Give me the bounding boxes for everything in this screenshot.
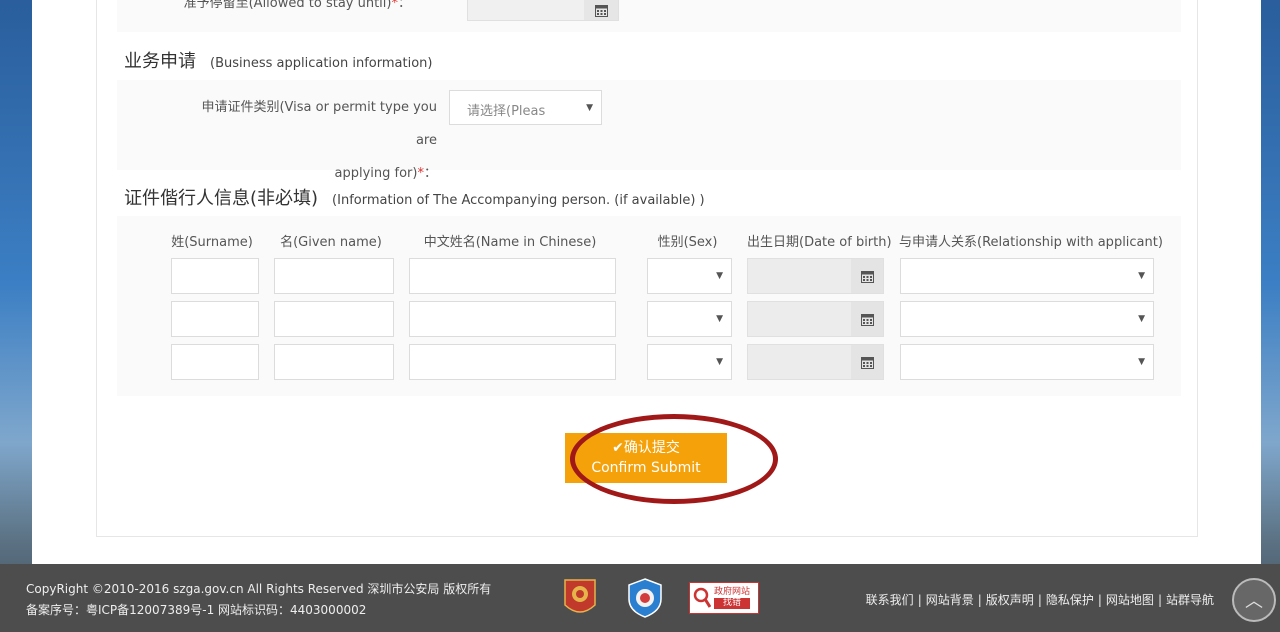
chinese-name-input[interactable] xyxy=(409,301,616,337)
caret-down-icon: ▼ xyxy=(1138,314,1145,324)
stay-until-date-input[interactable] xyxy=(467,0,619,21)
footer-icp: 备案序号：粤ICP备12007389号-1 网站标识码：4403000002 xyxy=(26,603,367,617)
accompanying-panel: 姓(Surname) 名(Given name) 中文姓名(Name in Ch… xyxy=(117,216,1181,396)
stay-until-label: 准予停留至(Allowed to stay until)*： xyxy=(183,0,411,11)
stay-until-row: 准予停留至(Allowed to stay until)*： xyxy=(117,0,1181,32)
background-left xyxy=(0,0,32,632)
caret-down-icon: ▼ xyxy=(586,102,593,113)
caret-down-icon: ▼ xyxy=(716,271,723,281)
date-of-birth-input[interactable] xyxy=(747,344,884,380)
date-of-birth-input[interactable] xyxy=(747,301,884,337)
column-header-date-of-birth: 出生日期(Date of birth) xyxy=(747,235,892,250)
footer-links: 联系我们 | 网站背景 | 版权声明 | 隐私保护 | 网站地图 | 站群导航 xyxy=(865,593,1214,607)
business-panel: 申请证件类别(Visa or permit type you are apply… xyxy=(117,80,1181,181)
caret-down-icon: ▼ xyxy=(716,314,723,324)
police-emblem-badge[interactable] xyxy=(561,577,599,619)
footer: CopyRight ©2010-2016 szga.gov.cn All Rig… xyxy=(0,564,1280,632)
date-of-birth-input[interactable] xyxy=(747,258,884,294)
relationship-select[interactable]: ▼ xyxy=(900,344,1154,380)
business-section-title: 业务申请 (Business application information) xyxy=(124,51,433,72)
sex-select[interactable]: ▼ xyxy=(647,344,732,380)
gov-website-error-report-badge[interactable]: 政府网站 找错 xyxy=(689,577,759,619)
visa-type-select[interactable]: 请选择(Pleas ▼ xyxy=(449,90,602,125)
sex-select[interactable]: ▼ xyxy=(647,301,732,337)
footer-copyright: CopyRight ©2010-2016 szga.gov.cn All Rig… xyxy=(26,582,492,596)
caret-down-icon: ▼ xyxy=(1138,357,1145,367)
column-header-relationship: 与申请人关系(Relationship with applicant) xyxy=(899,235,1163,250)
footer-link-privacy[interactable]: 隐私保护 xyxy=(1046,593,1094,607)
given-name-input[interactable] xyxy=(274,344,394,380)
visa-type-label: 申请证件类别(Visa or permit type you are apply… xyxy=(201,100,437,181)
calendar-icon[interactable] xyxy=(851,259,883,293)
given-name-input[interactable] xyxy=(274,258,394,294)
given-name-input[interactable] xyxy=(274,301,394,337)
surname-input[interactable] xyxy=(171,258,259,294)
sex-select[interactable]: ▼ xyxy=(647,258,732,294)
accompanying-section-title: 证件偕行人信息(非必填) (Information of The Accompan… xyxy=(124,188,705,209)
footer-link-site-group[interactable]: 站群导航 xyxy=(1166,593,1214,607)
footer-link-sitemap[interactable]: 网站地图 xyxy=(1106,593,1154,607)
caret-down-icon: ▼ xyxy=(716,357,723,367)
column-header-given-name: 名(Given name) xyxy=(280,235,382,250)
footer-link-background[interactable]: 网站背景 xyxy=(926,593,974,607)
calendar-icon[interactable] xyxy=(851,302,883,336)
back-to-top-button[interactable]: ︿ xyxy=(1232,578,1276,622)
chevron-up-icon: ︿ xyxy=(1245,591,1263,612)
chinese-name-input[interactable] xyxy=(409,344,616,380)
surname-input[interactable] xyxy=(171,301,259,337)
relationship-select[interactable]: ▼ xyxy=(900,258,1154,294)
chinese-name-input[interactable] xyxy=(409,258,616,294)
column-header-sex: 性别(Sex) xyxy=(657,235,718,250)
column-header-chinese-name: 中文姓名(Name in Chinese) xyxy=(423,235,597,250)
surname-input[interactable] xyxy=(171,344,259,380)
column-header-surname: 姓(Surname) xyxy=(171,235,253,250)
cyber-police-badge[interactable] xyxy=(625,577,665,619)
caret-down-icon: ▼ xyxy=(1138,271,1145,281)
relationship-select[interactable]: ▼ xyxy=(900,301,1154,337)
footer-link-copyright[interactable]: 版权声明 xyxy=(986,593,1034,607)
calendar-icon[interactable] xyxy=(584,0,618,20)
highlight-ellipse xyxy=(570,414,778,504)
calendar-icon[interactable] xyxy=(851,345,883,379)
page-content: 准予停留至(Allowed to stay until)*： 业务申请 (Busi… xyxy=(32,0,1261,564)
footer-link-contact[interactable]: 联系我们 xyxy=(866,593,914,607)
